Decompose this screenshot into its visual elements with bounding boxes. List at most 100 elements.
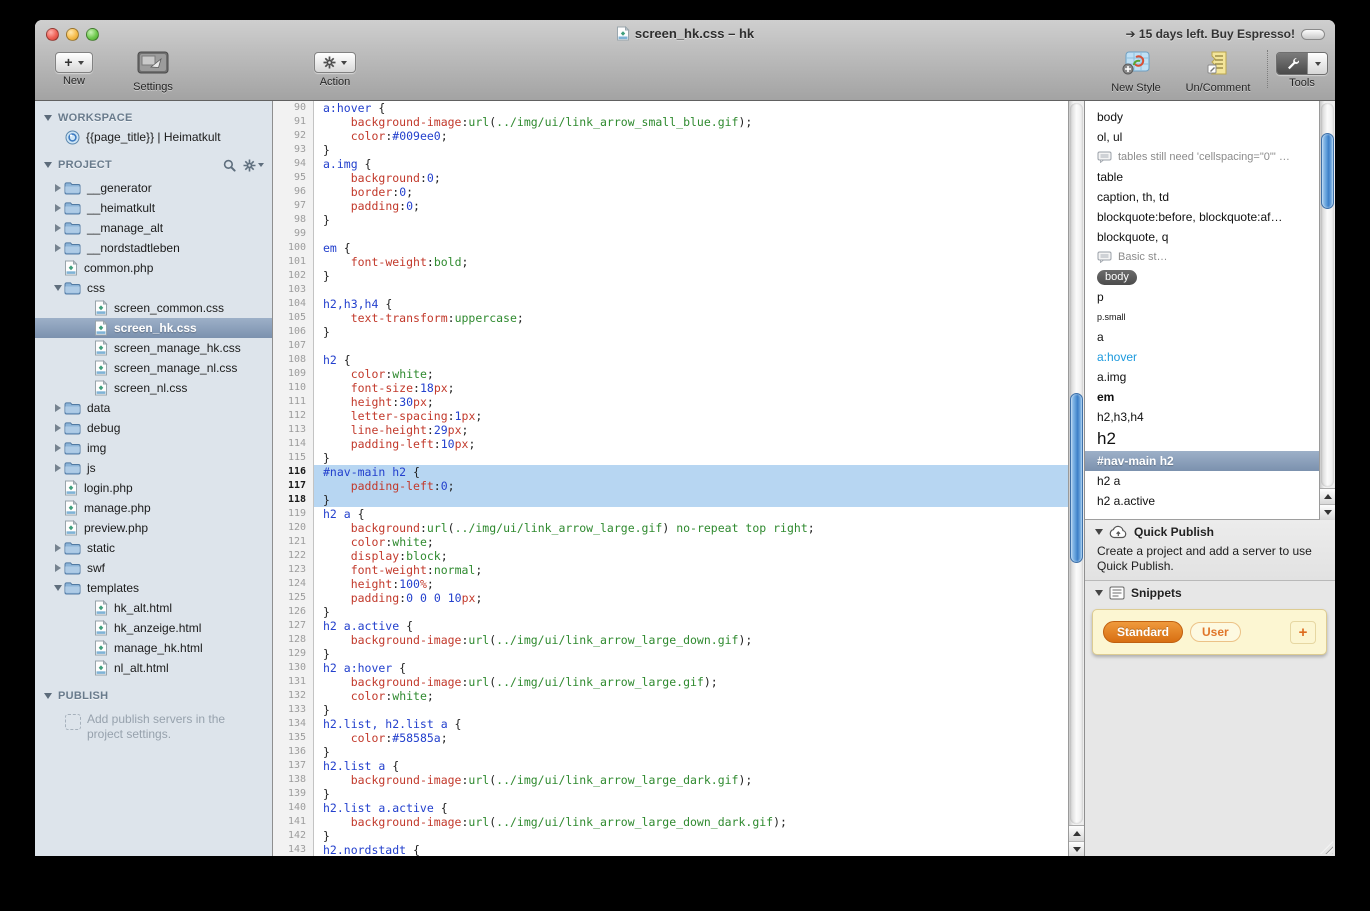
disclosure-triangle-icon[interactable] (55, 564, 61, 572)
new-button[interactable]: + (55, 52, 93, 73)
code-line-131[interactable]: 131 background-image:url(../img/ui/link_… (273, 675, 1068, 689)
code-line-125[interactable]: 125 padding:0 0 0 10px; (273, 591, 1068, 605)
disclosure-triangle-icon[interactable] (54, 285, 62, 291)
tree-item-img[interactable]: img (35, 438, 272, 458)
tree-item--manage-alt[interactable]: __manage_alt (35, 218, 272, 238)
code-line-108[interactable]: 108h2 { (273, 353, 1068, 367)
navigator-scrollbar[interactable] (1319, 101, 1335, 519)
navigator-scrollbar-track[interactable] (1321, 103, 1334, 487)
navigator-item-p-small[interactable]: p.small (1085, 307, 1319, 327)
navigator-item-body[interactable]: body (1085, 267, 1319, 287)
navigator-item-h2[interactable]: h2 (1085, 427, 1319, 451)
code-line-113[interactable]: 113 line-height:29px; (273, 423, 1068, 437)
tree-item-common-php[interactable]: common.php (35, 258, 272, 278)
tree-item--generator[interactable]: __generator (35, 178, 272, 198)
toolbar-toggle-button[interactable] (1301, 29, 1325, 40)
code-line-139[interactable]: 139} (273, 787, 1068, 801)
disclosure-triangle-icon[interactable] (55, 224, 61, 232)
scroll-up-button[interactable] (1320, 489, 1335, 504)
tree-item-screen-nl-css[interactable]: screen_nl.css (35, 378, 272, 398)
scroll-down-button[interactable] (1320, 504, 1335, 520)
code-line-114[interactable]: 114 padding-left:10px; (273, 437, 1068, 451)
navigator-item-tables-still-need-cellspacing-0-[interactable]: tables still need 'cellspacing="0"' … (1085, 147, 1319, 167)
navigator-item-em[interactable]: em (1085, 387, 1319, 407)
editor-scrollbar-track[interactable] (1070, 103, 1083, 824)
code-line-104[interactable]: 104h2,h3,h4 { (273, 297, 1068, 311)
tree-item-swf[interactable]: swf (35, 558, 272, 578)
code-line-103[interactable]: 103 (273, 283, 1068, 297)
editor-scrollbar-thumb[interactable] (1070, 393, 1083, 563)
new-style-button[interactable] (1122, 51, 1150, 75)
code-line-106[interactable]: 106} (273, 325, 1068, 339)
navigator-item-table[interactable]: table (1085, 167, 1319, 187)
tree-item-login-php[interactable]: login.php (35, 478, 272, 498)
code-line-124[interactable]: 124 height:100%; (273, 577, 1068, 591)
navigator-item-p[interactable]: p (1085, 287, 1319, 307)
code-line-94[interactable]: 94a.img { (273, 157, 1068, 171)
snippets-tab-user[interactable]: User (1190, 622, 1241, 642)
code-line-102[interactable]: 102} (273, 269, 1068, 283)
navigator-item-h2-a-active[interactable]: h2 a.active (1085, 491, 1319, 511)
code-line-117[interactable]: 117 padding-left:0; (273, 479, 1068, 493)
tree-item-hk-alt-html[interactable]: hk_alt.html (35, 598, 272, 618)
navigator-item--nav-main-h2[interactable]: #nav-main h2 (1085, 451, 1319, 471)
editor-scrollbar[interactable] (1068, 101, 1084, 856)
code-line-116[interactable]: 116#nav-main h2 { (273, 465, 1068, 479)
tree-item-static[interactable]: static (35, 538, 272, 558)
disclosure-triangle-icon[interactable] (44, 115, 52, 121)
code-line-120[interactable]: 120 background:url(../img/ui/link_arrow_… (273, 521, 1068, 535)
action-button[interactable] (314, 52, 356, 73)
navigator-item-body[interactable]: body (1085, 107, 1319, 127)
code-line-107[interactable]: 107 (273, 339, 1068, 353)
navigator-item-ol-ul[interactable]: ol, ul (1085, 127, 1319, 147)
disclosure-triangle-icon[interactable] (55, 404, 61, 412)
disclosure-triangle-icon[interactable] (44, 162, 52, 168)
tree-item-screen-common-css[interactable]: screen_common.css (35, 298, 272, 318)
disclosure-triangle-icon[interactable] (55, 184, 61, 192)
code-line-90[interactable]: 90a:hover { (273, 101, 1068, 115)
code-line-134[interactable]: 134h2.list, h2.list a { (273, 717, 1068, 731)
code-line-96[interactable]: 96 border:0; (273, 185, 1068, 199)
code-line-115[interactable]: 115} (273, 451, 1068, 465)
code-line-127[interactable]: 127h2 a.active { (273, 619, 1068, 633)
code-line-137[interactable]: 137h2.list a { (273, 759, 1068, 773)
scroll-down-button[interactable] (1069, 841, 1084, 856)
code-line-101[interactable]: 101 font-weight:bold; (273, 255, 1068, 269)
tree-item-manage-php[interactable]: manage.php (35, 498, 272, 518)
code-line-109[interactable]: 109 color:white; (273, 367, 1068, 381)
tree-item-hk-anzeige-html[interactable]: hk_anzeige.html (35, 618, 272, 638)
code-line-122[interactable]: 122 display:block; (273, 549, 1068, 563)
code-line-111[interactable]: 111 height:30px; (273, 395, 1068, 409)
uncomment-button[interactable] (1206, 51, 1230, 75)
disclosure-triangle-icon[interactable] (55, 464, 61, 472)
code-line-129[interactable]: 129} (273, 647, 1068, 661)
tools-dropdown[interactable] (1307, 53, 1327, 74)
quick-publish-header[interactable]: Quick Publish (1085, 520, 1335, 544)
tree-item-screen-manage-nl-css[interactable]: screen_manage_nl.css (35, 358, 272, 378)
navigator-item-a-hover[interactable]: a:hover (1085, 347, 1319, 367)
code-line-136[interactable]: 136} (273, 745, 1068, 759)
navigator-scrollbar-thumb[interactable] (1321, 133, 1334, 209)
navigator-item-basic-st-[interactable]: Basic st… (1085, 247, 1319, 267)
code-line-99[interactable]: 99 (273, 227, 1068, 241)
tree-item-manage-hk-html[interactable]: manage_hk.html (35, 638, 272, 658)
navigator-item-a[interactable]: a (1085, 327, 1319, 347)
code-line-126[interactable]: 126} (273, 605, 1068, 619)
tree-item-screen-hk-css[interactable]: screen_hk.css (35, 318, 272, 338)
add-snippet-button[interactable]: + (1290, 621, 1316, 644)
workspace-item[interactable]: {{page_title}} | Heimatkult (35, 127, 272, 147)
tree-item--nordstadtleben[interactable]: __nordstadtleben (35, 238, 272, 258)
disclosure-triangle-icon[interactable] (55, 444, 61, 452)
code-line-100[interactable]: 100em { (273, 241, 1068, 255)
code-line-91[interactable]: 91 background-image:url(../img/ui/link_a… (273, 115, 1068, 129)
code-editor[interactable]: 90a:hover {91 background-image:url(../im… (273, 101, 1084, 856)
navigator-item-blockquote-before-blockquote-af-[interactable]: blockquote:before, blockquote:af… (1085, 207, 1319, 227)
code-line-130[interactable]: 130h2 a:hover { (273, 661, 1068, 675)
code-line-138[interactable]: 138 background-image:url(../img/ui/link_… (273, 773, 1068, 787)
disclosure-triangle-icon[interactable] (55, 244, 61, 252)
disclosure-triangle-icon[interactable] (55, 544, 61, 552)
tree-item-css[interactable]: css (35, 278, 272, 298)
code-line-98[interactable]: 98} (273, 213, 1068, 227)
code-line-142[interactable]: 142} (273, 829, 1068, 843)
code-line-92[interactable]: 92 color:#009ee0; (273, 129, 1068, 143)
